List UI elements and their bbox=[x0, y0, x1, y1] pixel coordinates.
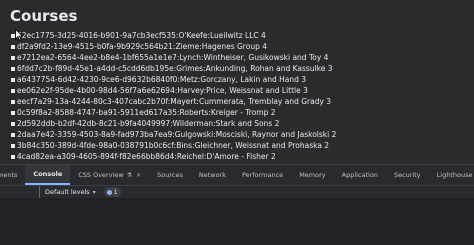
tab-css-overview[interactable]: CSS Overview ⚗ ✕ bbox=[70, 165, 149, 185]
console-sidebar-edge[interactable] bbox=[0, 186, 40, 198]
tab-label: CSS Overview bbox=[78, 171, 124, 179]
console-output[interactable] bbox=[0, 198, 474, 245]
log-levels-dropdown[interactable]: Default levels ▾ bbox=[45, 188, 96, 196]
list-item-text: 3b84c350-389d-4fde-98a0-038791b0c6cf:Bin… bbox=[17, 141, 330, 150]
list-item-text: ee062e2f-95de-4b00-98d4-56f7a6e62694:Har… bbox=[17, 86, 308, 95]
list-item: 0c59f8a2-8588-4747-ba91-5911ed617a35:Rob… bbox=[11, 107, 336, 118]
tab-console[interactable]: Console bbox=[25, 165, 71, 185]
list-item-text: 0c59f8a2-8588-4747-ba91-5911ed617a35:Rob… bbox=[17, 108, 276, 117]
list-item: 3b84c350-389d-4fde-98a0-038791b0c6cf:Bin… bbox=[11, 140, 336, 151]
list-bullet-icon bbox=[11, 154, 15, 159]
flask-icon: ⚗ bbox=[126, 171, 133, 179]
tab-sources[interactable]: Sources bbox=[149, 165, 191, 185]
tab-network[interactable]: Network bbox=[191, 165, 234, 185]
issues-count: 1 bbox=[113, 188, 118, 196]
list-bullet-icon bbox=[11, 132, 15, 137]
webpage-viewport: Courses 52ec1775-3d25-4016-b901-9a7cb3ec… bbox=[0, 0, 474, 164]
list-bullet-icon bbox=[11, 121, 15, 126]
list-bullet-icon bbox=[11, 66, 15, 71]
list-bullet-icon bbox=[11, 44, 15, 49]
tab-label: Lighthouse bbox=[436, 171, 473, 179]
tab-label: Security bbox=[393, 171, 421, 179]
list-item: a6437754-6d42-4230-9ce6-d9632b6840f0:Met… bbox=[11, 74, 336, 85]
list-item: eecf7a29-13a-4244-80c3-407cabc2b70f:Maye… bbox=[11, 96, 336, 107]
list-bullet-icon bbox=[11, 143, 15, 148]
list-item: 4cad82ea-a309-4605-894f-f82e66bb86d4:Rei… bbox=[11, 151, 336, 162]
tab-label: Memory bbox=[299, 171, 326, 179]
tab-application[interactable]: Application bbox=[334, 165, 386, 185]
list-item: 52ec1775-3d25-4016-b901-9a7cb3ecf535:O'K… bbox=[11, 30, 336, 41]
tab-label: Console bbox=[33, 170, 63, 178]
tab-performance[interactable]: Performance bbox=[234, 165, 291, 185]
tab-label: Performance bbox=[241, 171, 284, 179]
list-item-text: 6fdd7c2b-f89d-45e1-a4dd-c5cdd6db195e:Gri… bbox=[17, 64, 333, 73]
close-icon[interactable]: ✕ bbox=[136, 172, 141, 179]
issues-badge[interactable]: 1 bbox=[103, 187, 121, 197]
mouse-cursor-icon bbox=[15, 29, 23, 41]
list-item: 2d592ddb-b2df-42db-8c21-b9fa4049997:Wild… bbox=[11, 118, 336, 129]
tab-memory[interactable]: Memory bbox=[291, 165, 333, 185]
log-levels-label: Default levels bbox=[45, 188, 90, 196]
tab-label: Network bbox=[198, 171, 226, 179]
list-item: ee062e2f-95de-4b00-98d4-56f7a6e62694:Har… bbox=[11, 85, 336, 96]
tab-lighthouse[interactable]: Lighthouse bbox=[429, 165, 474, 185]
list-item-text: e7212ea2-6564-4ee2-b8e4-1bf655a1e1e7:Lyn… bbox=[17, 53, 329, 62]
console-toolbar: Default levels ▾ 1 bbox=[0, 186, 474, 198]
list-item: e7212ea2-6564-4ee2-b8e4-1bf655a1e1e7:Lyn… bbox=[11, 52, 336, 63]
list-bullet-icon bbox=[11, 110, 15, 115]
course-list: 52ec1775-3d25-4016-b901-9a7cb3ecf535:O'K… bbox=[11, 30, 336, 164]
list-item: df2a9fd2-13e9-4515-b0fa-9b929c564b21:Zie… bbox=[11, 41, 336, 52]
tab-label: ments bbox=[0, 171, 18, 179]
list-item-text: a6437754-6d42-4230-9ce6-d9632b6840f0:Met… bbox=[17, 75, 307, 84]
issue-icon bbox=[106, 189, 112, 195]
tab-label: Sources bbox=[157, 171, 183, 179]
list-bullet-icon bbox=[11, 77, 15, 82]
devtools-tabbar: ments Console CSS Overview ⚗ ✕ Sources Network… bbox=[0, 164, 474, 186]
page-title: Courses bbox=[10, 7, 78, 25]
list-item-text: 2d592ddb-b2df-42db-8c21-b9fa4049997:Wild… bbox=[17, 119, 280, 128]
list-bullet-icon bbox=[11, 55, 15, 60]
list-item-text: eecf7a29-13a-4244-80c3-407cabc2b70f:Maye… bbox=[17, 97, 332, 106]
list-bullet-icon bbox=[11, 88, 15, 93]
tab-label: Application bbox=[341, 171, 378, 179]
list-item-text: 2daa7e42-3359-4503-8a9-fad973ba7ea9:Gulg… bbox=[17, 130, 337, 139]
tab-security[interactable]: Security bbox=[386, 165, 429, 185]
list-bullet-icon bbox=[11, 99, 15, 104]
list-item-text: 4cad82ea-a309-4605-894f-f82e66bb86d4:Rei… bbox=[17, 152, 276, 161]
tab-ments[interactable]: ments bbox=[0, 165, 25, 185]
chevron-down-icon: ▾ bbox=[92, 188, 96, 196]
list-item: 6fdd7c2b-f89d-45e1-a4dd-c5cdd6db195e:Gri… bbox=[11, 63, 336, 74]
list-item-text: df2a9fd2-13e9-4515-b0fa-9b929c564b21:Zie… bbox=[17, 42, 267, 51]
list-item-text: 52ec1775-3d25-4016-b901-9a7cb3ecf535:O'K… bbox=[17, 31, 266, 40]
list-item: 2daa7e42-3359-4503-8a9-fad973ba7ea9:Gulg… bbox=[11, 129, 336, 140]
